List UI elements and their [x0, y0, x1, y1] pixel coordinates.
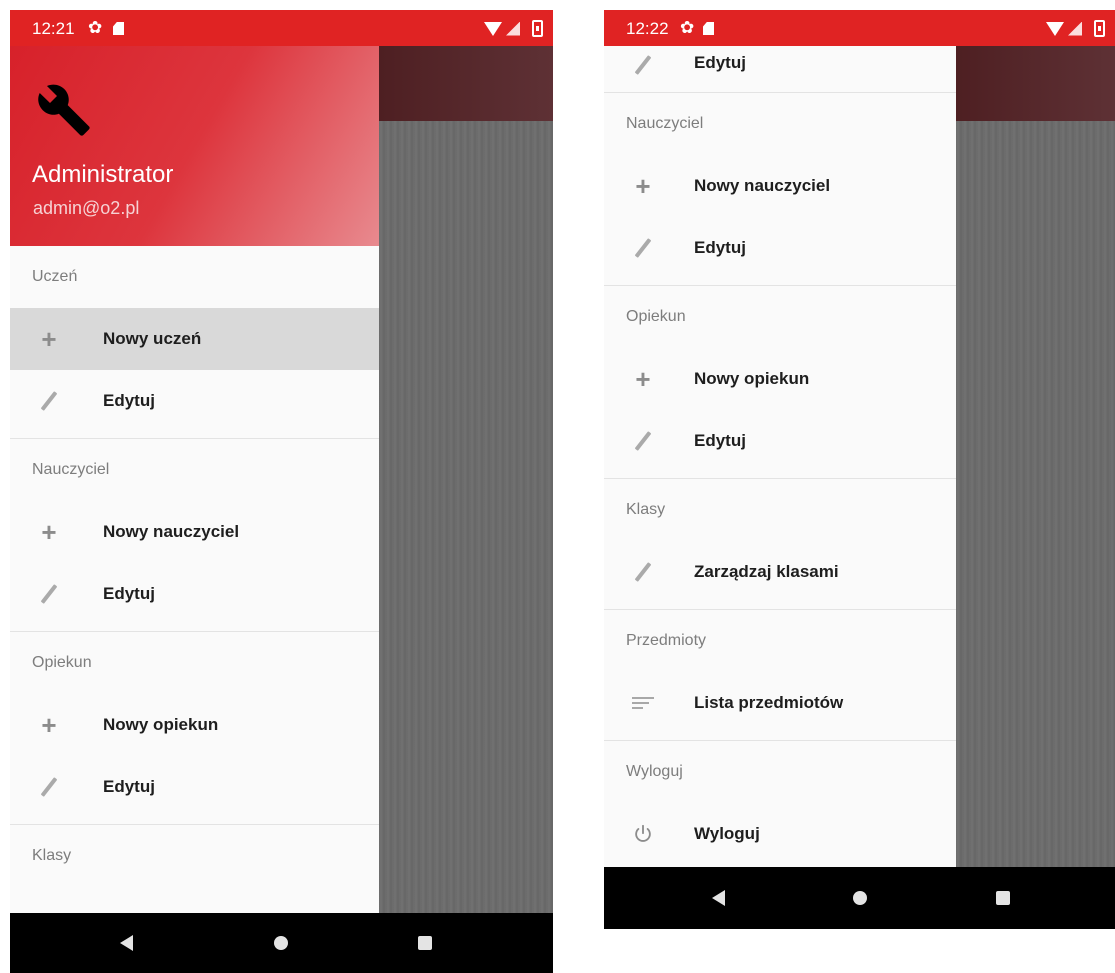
battery-icon — [1094, 20, 1105, 37]
wifi-icon — [1046, 21, 1064, 36]
status-bar: 12:22 ✿ — [604, 10, 1115, 46]
pencil-icon — [36, 563, 62, 625]
home-icon[interactable] — [853, 891, 867, 905]
phone-screen-right: 12:22 ✿ Edytuj Nauczyciel + Nowy nauczyc… — [604, 10, 1115, 929]
back-icon[interactable] — [712, 890, 725, 906]
pencil-icon — [36, 370, 62, 432]
signal-icon — [1068, 21, 1082, 36]
menu-item-manage-classes[interactable]: Zarządzaj klasami — [604, 541, 956, 603]
pencil-icon — [630, 46, 656, 96]
section-nauczyciel: Nauczyciel + Nowy nauczyciel Edytuj — [10, 439, 379, 632]
section-title: Opiekun — [626, 308, 686, 325]
menu-item-label: Wyloguj — [694, 824, 760, 843]
menu-item-label: Nowy nauczyciel — [103, 522, 240, 541]
menu-item-new-student[interactable]: + Nowy uczeń — [10, 308, 379, 370]
power-icon — [630, 803, 656, 865]
pencil-icon — [630, 217, 656, 279]
section-wyloguj: Wyloguj Wyloguj — [604, 741, 956, 867]
back-icon[interactable] — [120, 935, 133, 951]
menu-item-label: Edytuj — [694, 431, 746, 450]
menu-item-new-teacher[interactable]: + Nowy nauczyciel — [604, 155, 956, 217]
recent-apps-icon[interactable] — [996, 891, 1010, 905]
section-nauczyciel: Nauczyciel + Nowy nauczyciel Edytuj — [604, 93, 956, 286]
section-title: Wyloguj — [626, 763, 683, 780]
menu-item-label: Nowy nauczyciel — [694, 176, 831, 195]
section-opiekun: Opiekun + Nowy opiekun Edytuj — [10, 632, 379, 825]
gear-icon: ✿ — [680, 18, 695, 37]
menu-item-edit-teacher[interactable]: Edytuj — [10, 563, 379, 625]
pencil-icon — [36, 756, 62, 818]
menu-item-new-guardian[interactable]: + Nowy opiekun — [604, 348, 956, 410]
section-opiekun: Opiekun + Nowy opiekun Edytuj — [604, 286, 956, 479]
status-bar: 12:21 ✿ — [10, 10, 553, 46]
sd-card-icon — [113, 22, 124, 35]
plus-icon: + — [41, 710, 57, 740]
battery-icon — [532, 20, 543, 37]
menu-item-label: Edytuj — [694, 238, 746, 257]
sort-icon — [630, 672, 656, 734]
pencil-icon — [630, 410, 656, 472]
menu-item-new-guardian[interactable]: + Nowy opiekun — [10, 694, 379, 756]
plus-icon: + — [41, 324, 57, 354]
menu-item-edit-student[interactable]: Edytuj — [604, 46, 956, 92]
menu-item-subject-list[interactable]: Lista przedmiotów — [604, 672, 956, 734]
drawer-header: Administrator admin@o2.pl — [10, 46, 379, 246]
section-title: Opiekun — [32, 654, 92, 671]
gear-icon: ✿ — [88, 18, 103, 37]
app-toolbar — [956, 46, 1115, 121]
menu-item-edit-teacher[interactable]: Edytuj — [604, 217, 956, 279]
section-title: Nauczyciel — [32, 461, 110, 478]
plus-icon: + — [41, 517, 57, 547]
sd-card-icon — [703, 22, 714, 35]
home-icon[interactable] — [274, 936, 288, 950]
section-title: Uczeń — [32, 268, 78, 285]
navigation-bar — [10, 913, 553, 973]
menu-item-label: Nowy opiekun — [103, 715, 219, 734]
section-przedmioty: Przedmioty Lista przedmiotów — [604, 610, 956, 741]
section-uczen-partial: Edytuj — [604, 46, 956, 93]
section-title: Przedmioty — [626, 632, 707, 649]
menu-item-label: Lista przedmiotów — [694, 693, 844, 712]
recent-apps-icon[interactable] — [418, 936, 432, 950]
navigation-drawer[interactable]: Administrator admin@o2.pl Uczeń + Nowy u… — [10, 46, 379, 913]
plus-icon: + — [635, 364, 651, 394]
menu-item-logout[interactable]: Wyloguj — [604, 803, 956, 865]
app-toolbar — [379, 46, 553, 121]
plus-icon: + — [635, 171, 651, 201]
app-content-background[interactable] — [379, 46, 553, 973]
navigation-bar — [604, 867, 1115, 929]
section-klasy: Klasy Zarządzaj klasami — [604, 479, 956, 610]
menu-item-label: Edytuj — [103, 391, 155, 410]
section-title: Nauczyciel — [626, 115, 704, 132]
phone-screen-left: 12:21 ✿ Administrator admin@o2.pl Uczeń … — [10, 10, 553, 973]
pencil-icon — [630, 541, 656, 603]
user-name: Administrator — [32, 161, 174, 188]
menu-item-label: Nowy opiekun — [694, 369, 810, 388]
menu-item-label: Edytuj — [103, 777, 155, 796]
wifi-icon — [484, 21, 502, 36]
menu-item-label: Nowy uczeń — [103, 329, 202, 348]
menu-item-label: Edytuj — [103, 584, 155, 603]
menu-item-edit-guardian[interactable]: Edytuj — [10, 756, 379, 818]
section-klasy: Klasy — [10, 825, 379, 893]
menu-item-new-teacher[interactable]: + Nowy nauczyciel — [10, 501, 379, 563]
menu-item-label: Zarządzaj klasami — [694, 562, 839, 581]
status-time: 12:22 — [626, 19, 669, 38]
signal-icon — [506, 21, 520, 36]
app-content-background[interactable] — [956, 46, 1115, 929]
wrench-icon — [38, 84, 90, 136]
section-title: Klasy — [32, 847, 72, 864]
navigation-drawer[interactable]: Edytuj Nauczyciel + Nowy nauczyciel Edyt… — [604, 46, 956, 867]
user-email: admin@o2.pl — [33, 198, 140, 218]
section-uczen: Uczeń + Nowy uczeń Edytuj — [10, 246, 379, 439]
status-time: 12:21 — [32, 19, 75, 38]
menu-item-label: Edytuj — [694, 53, 746, 72]
section-title: Klasy — [626, 501, 666, 518]
menu-item-edit-guardian[interactable]: Edytuj — [604, 410, 956, 472]
menu-item-edit-student[interactable]: Edytuj — [10, 370, 379, 432]
